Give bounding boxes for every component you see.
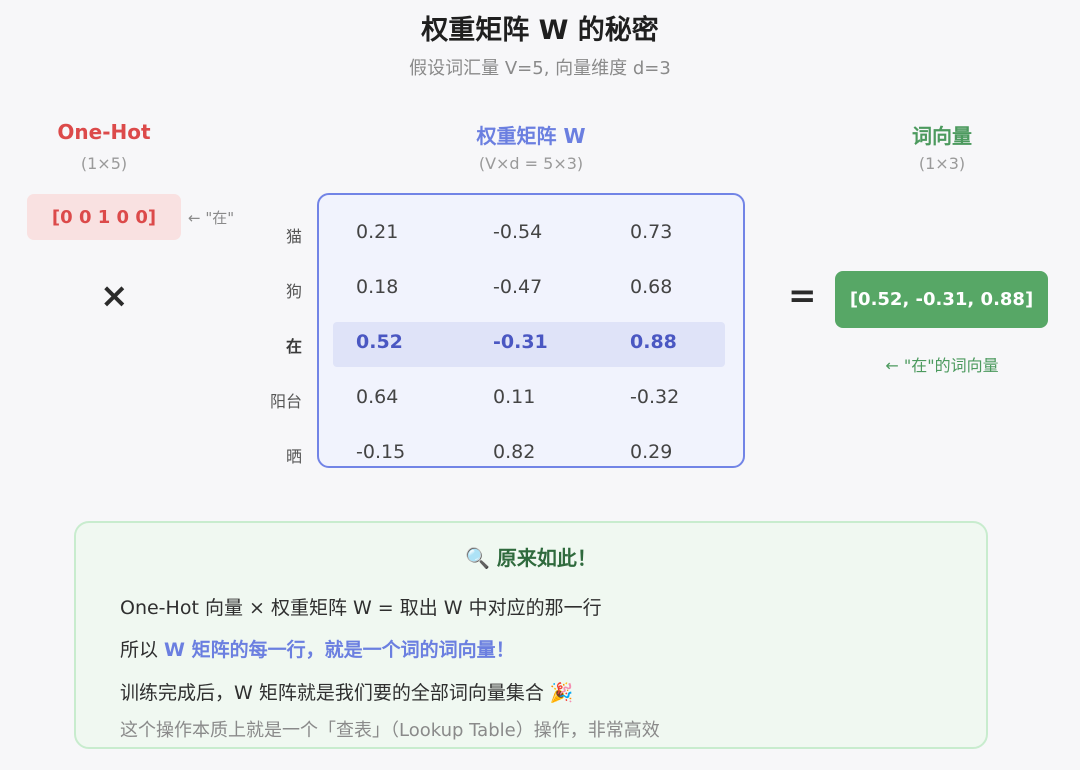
matrix-cell: 0.64 [356, 386, 399, 408]
matrix-row-label: 狗 [285, 282, 302, 301]
matrix-cell: 0.52 [356, 331, 403, 353]
result-label: 词向量 [912, 124, 972, 148]
matrix-cell: 0.29 [630, 441, 673, 463]
multiply-operator: × [100, 276, 129, 316]
onehot-note: ← "在" [188, 209, 235, 227]
matrix-cell: 0.68 [630, 276, 673, 298]
explanation-line-1: One-Hot 向量 × 权重矩阵 W = 取出 W 中对应的那一行 [120, 597, 602, 619]
page-title: 权重矩阵 W 的秘密 [421, 15, 659, 46]
result-note: ← "在"的词向量 [885, 356, 999, 375]
result-shape: (1×3) [918, 154, 966, 173]
matrix-cell: -0.15 [356, 441, 406, 463]
matrix-cell: 0.11 [493, 386, 536, 408]
matrix-label: 权重矩阵 W [476, 124, 586, 148]
explanation-line-3: 训练完成后，W 矩阵就是我们要的全部词向量集合 🎉 [120, 682, 574, 704]
matrix-row-label: 晒 [285, 447, 302, 466]
matrix-row-label: 在 [285, 337, 302, 356]
matrix-cell: 0.82 [493, 441, 536, 463]
onehot-label: One-Hot [57, 120, 151, 144]
equals-operator: = [788, 276, 817, 316]
matrix-cell: 0.88 [630, 331, 677, 353]
matrix-cell: 0.73 [630, 221, 673, 243]
matrix-cell: 0.18 [356, 276, 399, 298]
result-vector: [0.52, -0.31, 0.88] [835, 271, 1048, 328]
explanation-line-2-prefix: 所以 [120, 639, 165, 661]
onehot-shape: (1×5) [80, 154, 128, 173]
page-subtitle: 假设词汇量 V=5, 向量维度 d=3 [409, 58, 671, 79]
matrix-cell: -0.47 [493, 276, 543, 298]
explanation-note: 这个操作本质上就是一个「查表」（Lookup Table）操作，非常高效 [120, 720, 660, 741]
matrix-row-label: 阳台 [269, 392, 302, 411]
onehot-vector: [0 0 1 0 0] [27, 194, 181, 240]
matrix-row-label: 猫 [285, 227, 302, 246]
explanation-title: 🔍 原来如此！ [465, 546, 597, 570]
matrix-cell: -0.54 [493, 221, 543, 243]
explanation-line-2-highlight: W 矩阵的每一行，就是一个词的词向量！ [164, 639, 515, 661]
matrix-cell: -0.32 [630, 386, 680, 408]
matrix-cell: -0.31 [493, 331, 548, 353]
matrix-cell: 0.21 [356, 221, 399, 243]
matrix-shape: (V×d = 5×3) [478, 154, 584, 173]
explanation-line-2: 所以 W 矩阵的每一行，就是一个词的词向量！ [120, 635, 515, 662]
